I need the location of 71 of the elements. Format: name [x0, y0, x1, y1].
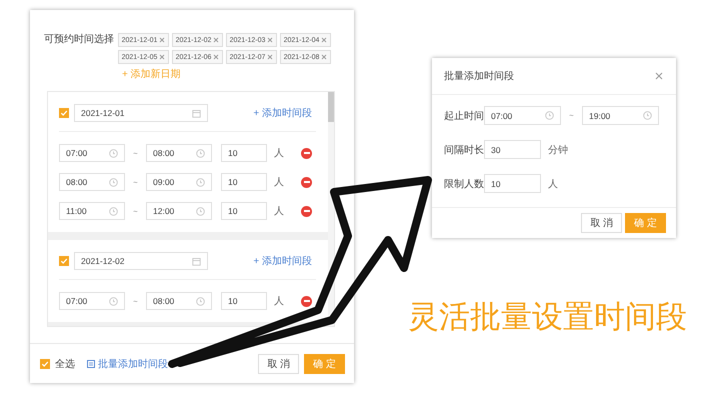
field-label: 起止时间	[444, 110, 484, 122]
clock-icon	[109, 178, 118, 186]
clock-icon	[196, 206, 205, 216]
unit-label: 分钟	[548, 144, 568, 156]
cancel-button[interactable]: 取 消	[581, 213, 622, 233]
select-all-label: 全选	[55, 358, 75, 370]
remove-button[interactable]	[301, 206, 312, 216]
count-field[interactable]: 10	[221, 144, 267, 162]
list-icon	[87, 360, 95, 368]
clock-icon	[196, 148, 205, 158]
number-field[interactable]: 30	[484, 140, 541, 159]
unit-label: 人	[274, 295, 284, 308]
date-field[interactable]: 2021-12-02	[74, 252, 208, 270]
time-field[interactable]: 07:00	[59, 292, 125, 310]
batch-add-link[interactable]: 批量添加时间段	[87, 356, 168, 370]
time-field[interactable]: 07:00	[484, 106, 561, 125]
time-field[interactable]: 19:00	[582, 106, 659, 125]
time-field[interactable]: 08:00	[146, 144, 212, 162]
calendar-icon	[192, 256, 201, 266]
unit-label: 人	[274, 147, 284, 160]
remove-button[interactable]	[301, 296, 312, 306]
count-field[interactable]: 10	[221, 202, 267, 220]
checkbox[interactable]	[40, 358, 50, 368]
unit-label: 人	[274, 205, 284, 218]
range-separator: ~	[568, 111, 575, 120]
unit-label: 人	[274, 176, 284, 189]
remove-button[interactable]	[301, 176, 312, 188]
checkbox[interactable]	[59, 108, 69, 118]
count-field[interactable]: 10	[221, 292, 267, 310]
time-field[interactable]: 12:00	[146, 202, 212, 220]
clock-icon	[196, 178, 205, 186]
add-slot-link[interactable]: + 添加时间段	[253, 254, 312, 268]
clock-icon	[109, 206, 118, 216]
time-field[interactable]: 07:00	[59, 144, 125, 162]
remove-button[interactable]	[301, 148, 312, 158]
close-icon	[159, 37, 166, 43]
close-icon	[655, 72, 663, 80]
number-field[interactable]: 10	[484, 174, 541, 193]
clock-icon	[109, 148, 118, 158]
range-separator: ~	[132, 296, 139, 306]
clock-icon	[545, 111, 554, 120]
close-icon	[159, 54, 166, 60]
close-icon	[213, 37, 220, 43]
checkbox[interactable]	[59, 256, 69, 266]
range-separator: ~	[132, 148, 139, 158]
dialog-title: 批量添加时间段	[444, 70, 514, 83]
field-label: 间隔时长	[444, 144, 484, 156]
time-field[interactable]: 08:00	[59, 173, 125, 191]
range-separator: ~	[132, 206, 139, 216]
clock-icon	[643, 111, 652, 120]
clock-icon	[109, 296, 118, 306]
close-icon	[321, 54, 328, 60]
time-field[interactable]: 08:00	[146, 292, 212, 310]
scrollbar-thumb[interactable]	[328, 92, 334, 122]
slogan-text: 灵活批量设置时间段	[408, 298, 687, 336]
close-icon	[321, 37, 328, 43]
field-label: 限制人数	[444, 178, 484, 190]
time-field[interactable]: 11:00	[59, 202, 125, 220]
add-slot-link[interactable]: + 添加时间段	[253, 106, 312, 120]
calendar-icon	[192, 108, 201, 118]
close-icon	[267, 37, 274, 43]
close-icon	[213, 54, 220, 60]
unit-label: 人	[548, 178, 558, 190]
close-icon	[267, 54, 274, 60]
clock-icon	[196, 296, 205, 306]
time-field[interactable]: 09:00	[146, 173, 212, 191]
range-separator: ~	[132, 178, 139, 186]
date-field[interactable]: 2021-12-01	[74, 104, 208, 122]
field-label: 可预约时间选择	[44, 33, 114, 47]
count-field[interactable]: 10	[221, 173, 267, 191]
cancel-button[interactable]: 取 消	[258, 354, 300, 374]
